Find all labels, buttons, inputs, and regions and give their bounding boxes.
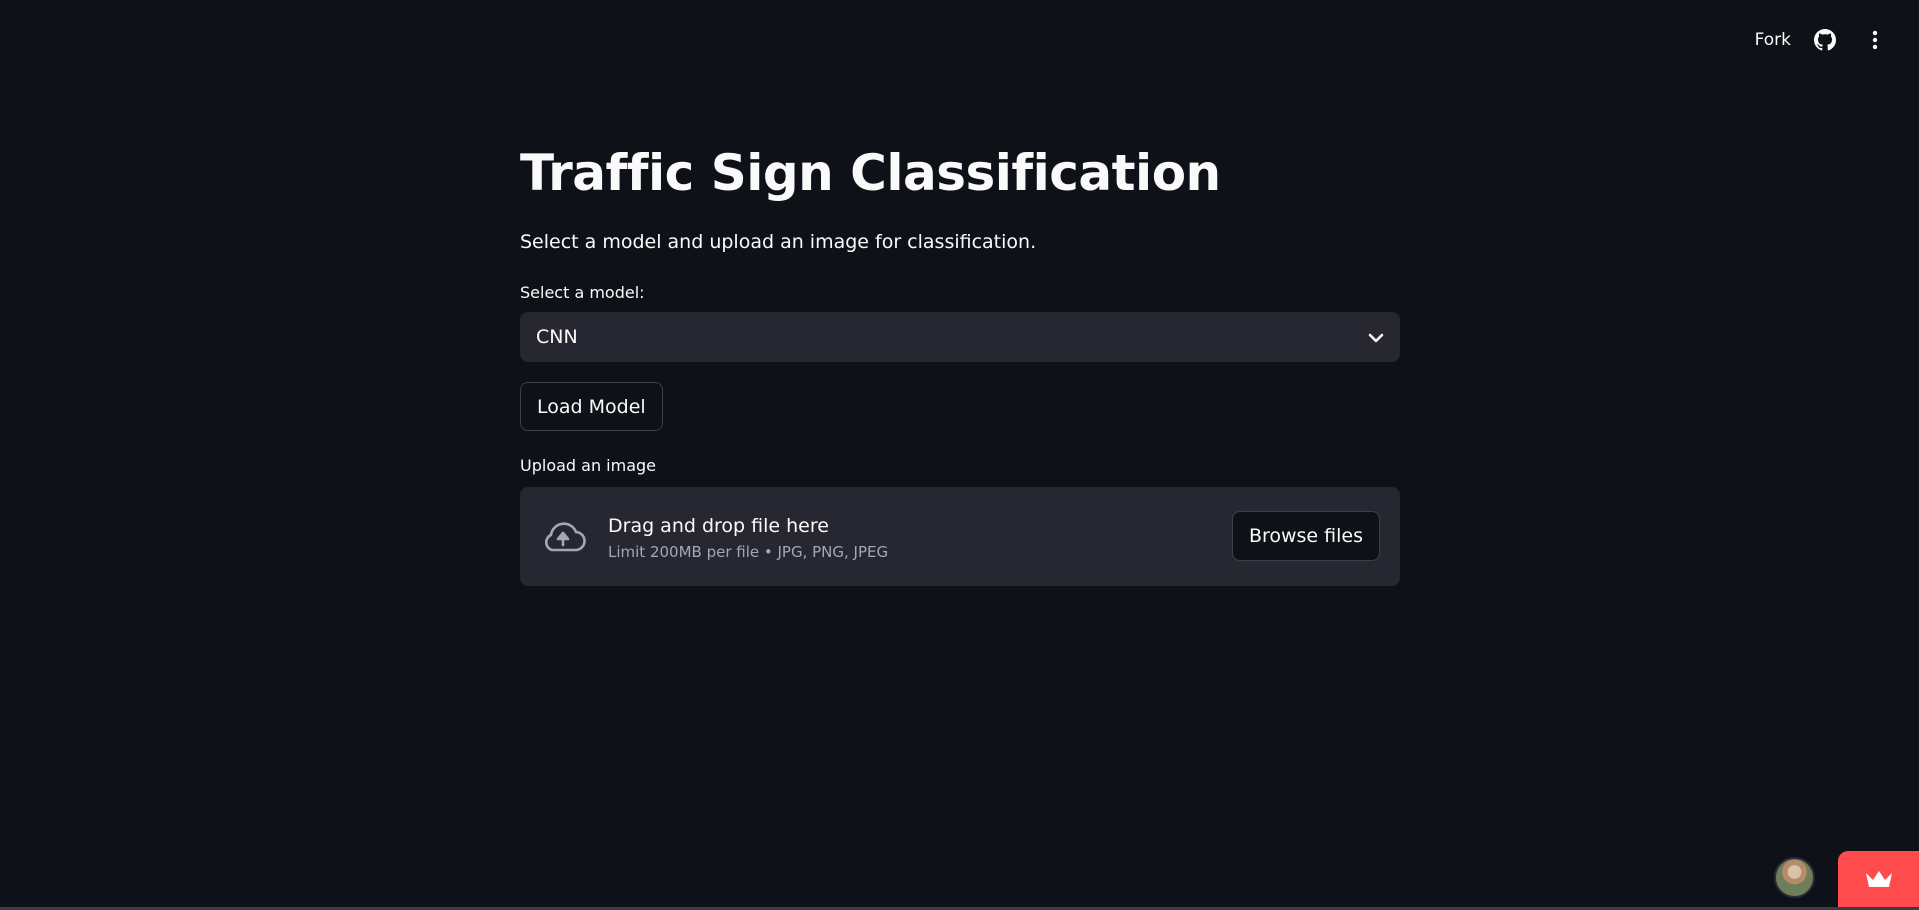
file-dropzone[interactable]: Drag and drop file here Limit 200MB per …: [520, 487, 1400, 586]
upload-label: Upload an image: [520, 456, 657, 475]
page-title: Traffic Sign Classification: [520, 144, 1221, 202]
cloud-upload-icon: [540, 514, 586, 560]
fork-button[interactable]: Fork: [1755, 30, 1791, 50]
model-select[interactable]: CNN: [520, 312, 1400, 362]
crown-icon: [1864, 869, 1894, 893]
browse-files-button[interactable]: Browse files: [1231, 511, 1380, 561]
model-select-label: Select a model:: [520, 283, 645, 302]
main-content: Traffic Sign Classification Select a mod…: [520, 140, 1400, 586]
model-select-value: CNN: [536, 326, 578, 348]
page-subtitle: Select a model and upload an image for c…: [520, 231, 1037, 253]
load-model-button[interactable]: Load Model: [520, 382, 663, 431]
app-toolbar: Fork: [1755, 22, 1891, 58]
avatar[interactable]: [1774, 857, 1815, 898]
dropzone-primary-text: Drag and drop file here: [608, 514, 829, 537]
github-icon[interactable]: [1809, 24, 1841, 56]
dropzone-text: Drag and drop file here Limit 200MB per …: [608, 513, 888, 561]
chevron-down-icon: [1368, 326, 1384, 348]
dropzone-limit-text: Limit 200MB per file • JPG, PNG, JPEG: [608, 542, 889, 561]
more-vertical-icon[interactable]: [1859, 24, 1891, 56]
streamlit-badge[interactable]: [1838, 851, 1919, 910]
